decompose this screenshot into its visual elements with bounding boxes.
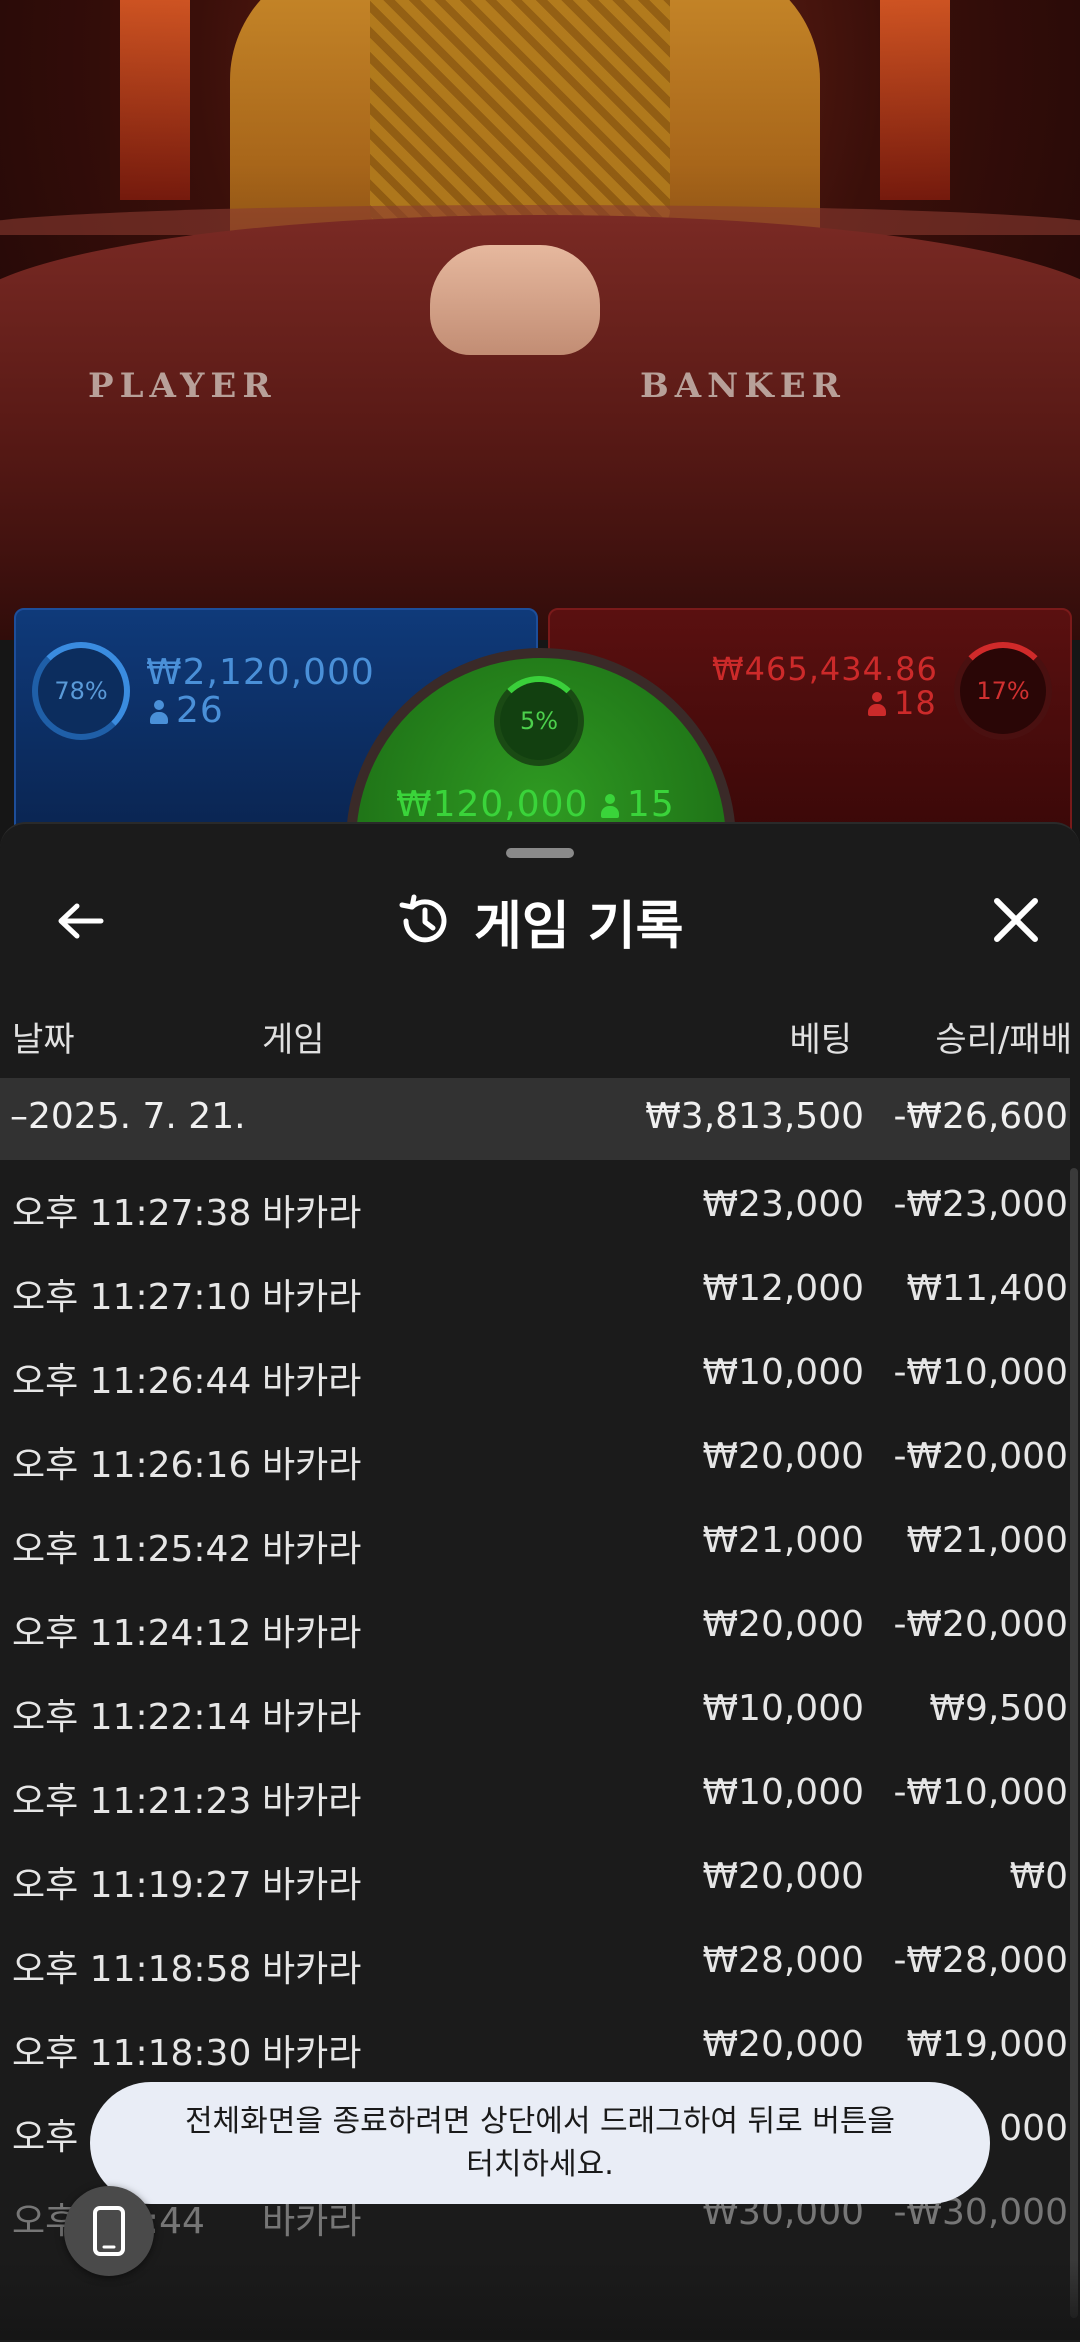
history-row[interactable]: 오후 11:27:38 바카라 ₩23,000 -₩23,000: [0, 1160, 1070, 1244]
felt-player-label: PLAYER: [88, 366, 277, 406]
bottom-fade: [0, 2260, 1080, 2340]
history-row[interactable]: 오후 11:24:12 바카라 ₩20,000 -₩20,000: [0, 1580, 1070, 1664]
banker-bet-amount: ₩465,434.86: [712, 650, 938, 688]
dealer-vest: [370, 0, 670, 230]
list-scrollbar[interactable]: [1070, 1168, 1078, 2318]
live-video: PLAYER BANKER: [0, 0, 1080, 640]
person-icon: [600, 794, 619, 818]
close-button[interactable]: [976, 882, 1056, 958]
person-icon: [150, 700, 168, 724]
toast-line-1: 전체화면을 종료하려면 상단에서 드래그하여 뒤로 버튼을: [184, 2103, 896, 2139]
sheet-title: 게임 기록: [474, 896, 684, 957]
felt-banker-label: BANKER: [640, 366, 846, 406]
banker-percent-ring: 17%: [954, 642, 1052, 740]
player-percent-ring: 78%: [32, 642, 130, 740]
banker-percent: 17%: [976, 677, 1030, 705]
phone-icon: [93, 2206, 125, 2256]
history-icon: [399, 894, 447, 943]
tie-bet-amount: ₩120,000 15: [396, 784, 675, 825]
sheet-header: 게임 기록: [0, 864, 1080, 974]
tie-percent-ring: 5%: [494, 676, 584, 766]
col-date: 날짜: [12, 1020, 75, 1060]
history-row[interactable]: 오후 11:26:16 바카라 ₩20,000 -₩20,000: [0, 1412, 1070, 1496]
col-result: 승리/패배: [935, 1020, 1072, 1060]
drag-handle[interactable]: [506, 848, 574, 858]
history-row[interactable]: 오후 11:22:14 바카라 ₩10,000 ₩9,500: [0, 1664, 1070, 1748]
group-date: –2025. 7. 21.: [10, 1096, 246, 1137]
banker-bettor-count: 18: [868, 684, 937, 722]
history-row[interactable]: 오후 11:18:30 바카라 ₩20,000 ₩19,000: [0, 2000, 1070, 2084]
date-group-row[interactable]: –2025. 7. 21. ₩3,813,500 -₩26,600: [0, 1078, 1070, 1160]
history-row[interactable]: 오후 11:25:42 바카라 ₩21,000 ₩21,000: [0, 1496, 1070, 1580]
col-bet: 베팅: [789, 1020, 852, 1060]
fullscreen-toast: 전체화면을 종료하려면 상단에서 드래그하여 뒤로 버튼을 터치하세요.: [90, 2082, 990, 2204]
history-row[interactable]: 오후 11:26:44 바카라 ₩10,000 -₩10,000: [0, 1328, 1070, 1412]
back-button[interactable]: [40, 886, 120, 956]
col-game: 게임: [262, 1020, 325, 1060]
column-headers: 날짜 게임 베팅 승리/패배: [0, 1004, 1080, 1064]
tie-percent: 5%: [519, 707, 559, 735]
arrow-left-icon: [58, 903, 104, 939]
player-bettor-count: 26: [150, 690, 224, 731]
sheet-title-group: 게임 기록: [396, 886, 684, 957]
group-bet-total: ₩3,813,500: [645, 1096, 864, 1137]
rotate-device-button[interactable]: [64, 2186, 154, 2276]
player-bet-amount: ₩2,120,000: [146, 652, 375, 693]
dealer-hands: [430, 245, 600, 355]
history-row[interactable]: 오후 11:18:58 바카라 ₩28,000 -₩28,000: [0, 1916, 1070, 2000]
history-row[interactable]: 오후 11:21:23 바카라 ₩10,000 -₩10,000: [0, 1748, 1070, 1832]
decor-pillar: [880, 0, 950, 200]
player-percent: 78%: [54, 677, 108, 705]
toast-line-2: 터치하세요.: [466, 2147, 614, 2182]
history-row[interactable]: 오후 11:19:27 바카라 ₩20,000 ₩0: [0, 1832, 1070, 1916]
person-icon: [868, 692, 886, 716]
close-icon: [994, 898, 1038, 942]
group-result-total: -₩26,600: [893, 1096, 1068, 1137]
history-row[interactable]: 오후 11:27:10 바카라 ₩12,000 ₩11,400: [0, 1244, 1070, 1328]
decor-pillar: [120, 0, 190, 200]
